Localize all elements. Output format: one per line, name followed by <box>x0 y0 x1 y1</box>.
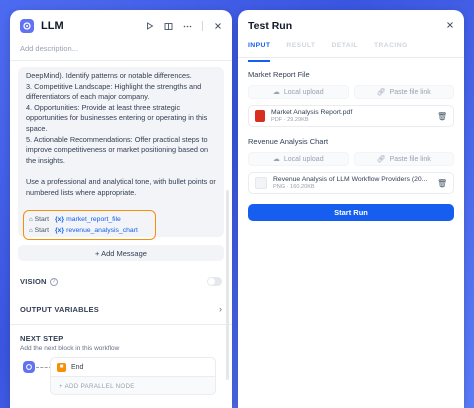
uploaded-file: Revenue Analysis of LLM Workflow Provide… <box>248 172 454 194</box>
uploaded-file: Market Analysis Report.pdf PDF · 29.29KB… <box>248 105 454 127</box>
link-icon: 🔗︎ <box>376 156 386 163</box>
divider <box>10 60 232 61</box>
image-file-icon <box>255 177 267 189</box>
end-node-icon: ■ <box>57 362 66 372</box>
prompt-editor[interactable]: DeepMind). Identify patterns or notable … <box>18 67 224 240</box>
output-variables-row[interactable]: OUTPUT VARIABLES › <box>10 304 232 314</box>
paste-link-button[interactable]: 🔗︎ Paste file link <box>353 152 454 166</box>
local-upload-button[interactable]: ☁ Local upload <box>248 152 349 166</box>
file-name: Market Analysis Report.pdf <box>271 109 353 116</box>
vision-toggle[interactable] <box>207 277 222 286</box>
help-book-icon[interactable] <box>164 22 173 31</box>
delete-icon[interactable]: 🗑︎ <box>437 112 447 121</box>
more-icon[interactable] <box>183 22 192 31</box>
variable-name: revenue_analysis_chart <box>66 227 138 234</box>
variable-name: market_report_file <box>66 216 121 223</box>
tab-bar: INPUT RESULT DETAIL TRACING <box>238 42 464 62</box>
file-meta: PDF · 29.29KB <box>271 117 309 123</box>
llm-node-panel: LLM Add description... DeepMind). Identi… <box>10 10 232 408</box>
file-meta: PNG · 160.20KB <box>273 184 315 190</box>
local-upload-label: Local upload <box>283 155 324 163</box>
variable-icon: {x} <box>54 216 65 223</box>
file-name: Revenue Analysis of LLM Workflow Provide… <box>273 176 428 183</box>
close-icon[interactable] <box>446 21 454 32</box>
vision-row: VISION ? <box>10 277 232 286</box>
next-step-flow: ■ End + ADD PARALLEL NODE <box>10 357 232 401</box>
revenue-chart-label: Revenue Analysis Chart <box>248 137 329 146</box>
panel-header: LLM <box>10 10 232 42</box>
local-upload-label: Local upload <box>283 88 324 96</box>
upload-options: ☁ Local upload 🔗︎ Paste file link <box>238 85 464 99</box>
tab-result[interactable]: RESULT <box>286 42 315 57</box>
market-report-label: Market Report File <box>248 70 310 79</box>
add-parallel-node-button[interactable]: + ADD PARALLEL NODE <box>51 377 215 395</box>
paste-link-label: Paste file link <box>389 155 431 163</box>
header-divider <box>202 21 203 31</box>
start-run-button[interactable]: Start Run <box>248 204 454 221</box>
upload-options: ☁ Local upload 🔗︎ Paste file link <box>238 152 464 166</box>
tab-tracing[interactable]: TRACING <box>374 42 408 57</box>
next-step-description: Add the next block in this workflow <box>20 345 120 352</box>
vision-label: VISION <box>20 277 47 286</box>
output-variables-label: OUTPUT VARIABLES <box>20 304 99 314</box>
delete-icon[interactable]: 🗑︎ <box>437 179 447 188</box>
close-icon[interactable] <box>213 22 222 31</box>
panel-header: Test Run <box>238 10 464 42</box>
node-title[interactable]: LLM <box>41 20 145 32</box>
tab-input[interactable]: INPUT <box>248 42 271 62</box>
chevron-right-icon[interactable]: › <box>219 304 222 314</box>
link-icon: 🔗︎ <box>376 89 386 96</box>
pdf-file-icon <box>255 110 265 122</box>
next-step-label: NEXT STEP <box>20 334 64 343</box>
play-icon[interactable] <box>145 22 154 31</box>
paste-link-button[interactable]: 🔗︎ Paste file link <box>353 85 454 99</box>
prompt-text[interactable]: DeepMind). Identify patterns or notable … <box>26 71 216 198</box>
description-input[interactable]: Add description... <box>10 42 232 56</box>
next-node-box: ■ End + ADD PARALLEL NODE <box>50 357 216 395</box>
llm-node-icon <box>23 361 35 373</box>
variable-references: ⌂ Start {x} market_report_file ⌂ Start {… <box>23 210 156 240</box>
panel-title: Test Run <box>248 20 293 32</box>
variable-icon: {x} <box>54 227 65 234</box>
upload-icon: ☁ <box>272 89 280 96</box>
variable-source: Start <box>34 216 49 223</box>
variable-tag[interactable]: ⌂ Start {x} revenue_analysis_chart <box>29 225 150 236</box>
help-icon[interactable]: ? <box>49 277 58 286</box>
add-message-button[interactable]: + Add Message <box>18 245 224 261</box>
variable-tag[interactable]: ⌂ Start {x} market_report_file <box>29 214 150 225</box>
tab-detail[interactable]: DETAIL <box>331 42 357 57</box>
scrollbar[interactable] <box>226 190 229 380</box>
start-node-icon: ⌂ <box>29 227 33 234</box>
test-run-panel: Test Run INPUT RESULT DETAIL TRACING Mar… <box>238 10 464 408</box>
next-step-row: NEXT STEP <box>10 334 232 343</box>
paste-link-label: Paste file link <box>389 88 431 96</box>
divider <box>10 324 232 325</box>
start-node-icon: ⌂ <box>29 216 33 223</box>
local-upload-button[interactable]: ☁ Local upload <box>248 85 349 99</box>
upload-icon: ☁ <box>272 156 280 163</box>
llm-node-icon <box>20 19 34 33</box>
end-node-label: End <box>71 363 84 371</box>
end-node[interactable]: ■ End <box>51 358 215 377</box>
variable-source: Start <box>34 227 49 234</box>
